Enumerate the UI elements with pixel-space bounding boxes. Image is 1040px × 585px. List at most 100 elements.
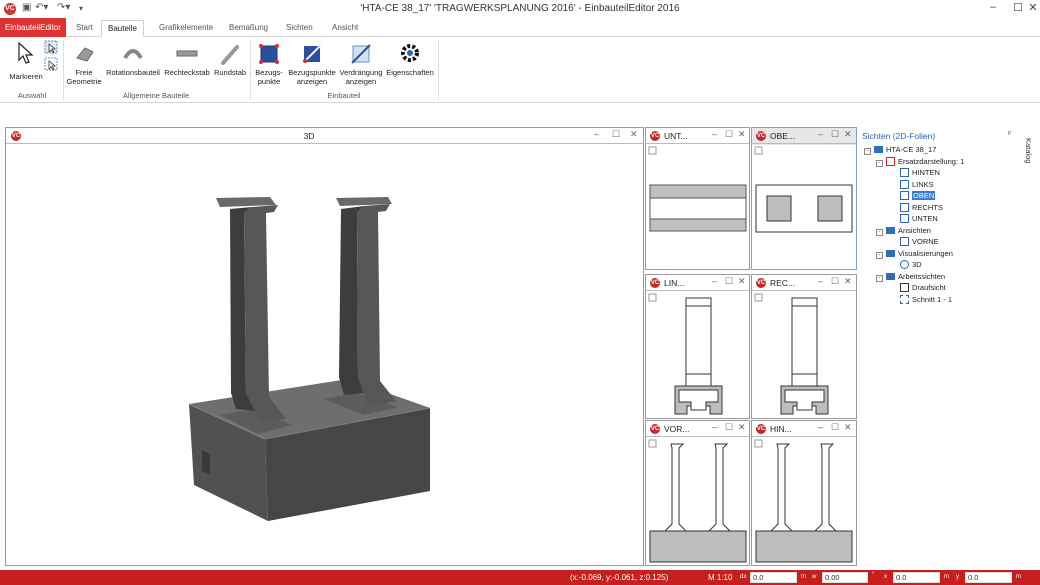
view-minimize-button[interactable]: –	[712, 276, 717, 286]
view-maximize-button[interactable]: ☐	[831, 129, 839, 140]
view-maximize-button[interactable]: ☐	[725, 422, 733, 433]
view-minimize-button[interactable]: –	[818, 276, 823, 286]
tab-bauteile[interactable]: Bauteile	[101, 20, 144, 37]
tree-node[interactable]: Schnitt 1 - 1	[862, 294, 1012, 306]
bezugspunkte-anzeigen-button[interactable]: Bezugspunkte anzeigen	[286, 40, 338, 92]
cursor-icon	[18, 42, 34, 64]
bezugspunkte-button[interactable]: Bezugs-punkte	[252, 40, 286, 92]
view-close-button[interactable]: ✕	[630, 129, 638, 140]
view-hinten-window[interactable]: VC HIN... – ☐ ✕	[751, 420, 857, 566]
view-close-button[interactable]: ✕	[844, 276, 852, 287]
tree-node[interactable]: - HTA-CE 38_17	[862, 144, 1012, 156]
view-header: VC REC... – ☐ ✕	[752, 275, 856, 291]
view-title: LIN...	[664, 278, 685, 288]
tab-sichten[interactable]: Sichten	[280, 20, 319, 37]
collapse-icon[interactable]: -	[876, 274, 883, 282]
view-oben-window[interactable]: VC OBE... – ☐ ✕	[751, 127, 857, 270]
rechteckstab-button[interactable]: Rechteckstab	[162, 40, 212, 92]
tree-node[interactable]: - Arbeitssichten	[862, 271, 1012, 283]
vc-logo-icon: VC	[650, 278, 660, 288]
panel-title: Sichten (2D-Folien)	[862, 131, 936, 141]
view-title: OBE...	[770, 131, 796, 141]
tree-node[interactable]: LINKS	[862, 179, 1012, 191]
view-minimize-button[interactable]: –	[594, 129, 599, 139]
substitute-view-icon	[886, 156, 895, 166]
rundstab-button[interactable]: Rundstab	[212, 40, 248, 92]
view-3d-window[interactable]: VC 3D – ☐ ✕	[5, 127, 644, 566]
tab-bemassung[interactable]: Bemaßung	[223, 20, 274, 37]
3d-model-canvas[interactable]	[6, 145, 643, 565]
x-label: x	[884, 574, 887, 580]
tab-start[interactable]: Start	[70, 20, 99, 37]
ribbon-separator	[438, 40, 439, 100]
dx-unit: m	[801, 574, 806, 580]
view-rechts-window[interactable]: VC REC... – ☐ ✕	[751, 274, 857, 419]
y-label: y	[956, 574, 959, 580]
view-maximize-button[interactable]: ☐	[831, 422, 839, 433]
view-icon	[900, 237, 909, 246]
vc-logo-icon: VC	[756, 278, 766, 288]
view-links-window[interactable]: VC LIN... – ☐ ✕	[645, 274, 750, 419]
rect-bar-icon	[176, 50, 198, 57]
tree-node[interactable]: - Ersatzdarstellung: 1	[862, 156, 1012, 168]
section-icon	[900, 294, 909, 304]
tree-node[interactable]: 3D	[862, 259, 1012, 271]
view-minimize-button[interactable]: –	[818, 129, 823, 139]
view-title: UNT...	[664, 131, 688, 141]
katalog-side-tab[interactable]: Katalog	[1024, 138, 1033, 163]
view-unten-window[interactable]: VC UNT... – ☐ ✕	[645, 127, 750, 270]
y-unit: m	[1016, 574, 1021, 580]
rotationsbauteil-button[interactable]: Rotationsbauteil	[104, 40, 162, 92]
view-3d-header: VC 3D – ☐ ✕	[6, 128, 643, 144]
view-title: REC...	[770, 278, 796, 288]
select-cross-icon[interactable]	[44, 57, 58, 71]
collapse-icon[interactable]: -	[864, 148, 871, 155]
freie-geometrie-button[interactable]: Freie Geometrie	[64, 40, 104, 92]
view-close-button[interactable]: ✕	[738, 422, 746, 433]
view-maximize-button[interactable]: ☐	[612, 129, 620, 140]
window-title: 'HTA-CE 38_17' 'TRAGWERKSPLANUNG 2016' -…	[360, 3, 680, 14]
view-maximize-button[interactable]: ☐	[831, 276, 839, 287]
view-maximize-button[interactable]: ☐	[725, 129, 733, 140]
w-input[interactable]: 0.00	[822, 572, 868, 583]
tab-ansicht[interactable]: Ansicht	[326, 20, 364, 37]
collapse-icon[interactable]: -	[876, 159, 883, 167]
view-minimize-button[interactable]: –	[818, 422, 823, 432]
close-button[interactable]: ✕	[1018, 1, 1040, 14]
tab-grafikelemente[interactable]: Grafikelemente	[153, 20, 219, 37]
view-maximize-button[interactable]: ☐	[725, 276, 733, 287]
tree-node[interactable]: HINTEN	[862, 167, 1012, 179]
tree-node[interactable]: UNTEN	[862, 213, 1012, 225]
x-input[interactable]: 0.0	[893, 572, 940, 583]
view-minimize-button[interactable]: –	[712, 422, 717, 432]
tree-node[interactable]: Draufsicht	[862, 282, 1012, 294]
tree-node[interactable]: - Ansichten	[862, 225, 1012, 237]
ribbon: Markieren Auswahl Freie Geometrie Rotati…	[0, 37, 1040, 103]
tree-node[interactable]: - Visualisierungen	[862, 248, 1012, 260]
collapse-icon[interactable]: -	[876, 228, 883, 236]
view-vorne-window[interactable]: VC VOR... – ☐ ✕	[645, 420, 750, 566]
dx-input[interactable]: 0.0	[750, 572, 797, 583]
select-window-icon[interactable]	[44, 40, 58, 54]
verdraengung-anzeigen-button[interactable]: Verdrängung anzeigen	[338, 40, 384, 92]
view-3d-title: 3D	[303, 131, 315, 141]
collapse-icon[interactable]: -	[876, 251, 883, 259]
view-close-button[interactable]: ✕	[844, 129, 852, 140]
view-minimize-button[interactable]: –	[712, 129, 717, 139]
eigenschaften-button[interactable]: Eigenschaften	[384, 40, 436, 92]
view-header: VC HIN... – ☐ ✕	[752, 421, 856, 437]
view-close-button[interactable]: ✕	[738, 129, 746, 140]
vc-logo-icon: VC	[650, 424, 660, 434]
pin-icon[interactable]: ᵖ	[1008, 129, 1011, 138]
tree-node-selected[interactable]: OBEN	[862, 190, 1012, 202]
tree-node[interactable]: RECHTS	[862, 202, 1012, 214]
view-drawing	[648, 146, 747, 232]
y-input[interactable]: 0.0	[965, 572, 1012, 583]
markieren-button[interactable]: Markieren	[8, 40, 44, 92]
tab-app-menu[interactable]: EinbauteilEditor	[0, 18, 67, 37]
view-close-button[interactable]: ✕	[844, 422, 852, 433]
show-reference-points-icon	[302, 44, 322, 64]
tree-node[interactable]: VORNE	[862, 236, 1012, 248]
reference-points-icon	[259, 44, 279, 64]
view-close-button[interactable]: ✕	[738, 276, 746, 287]
